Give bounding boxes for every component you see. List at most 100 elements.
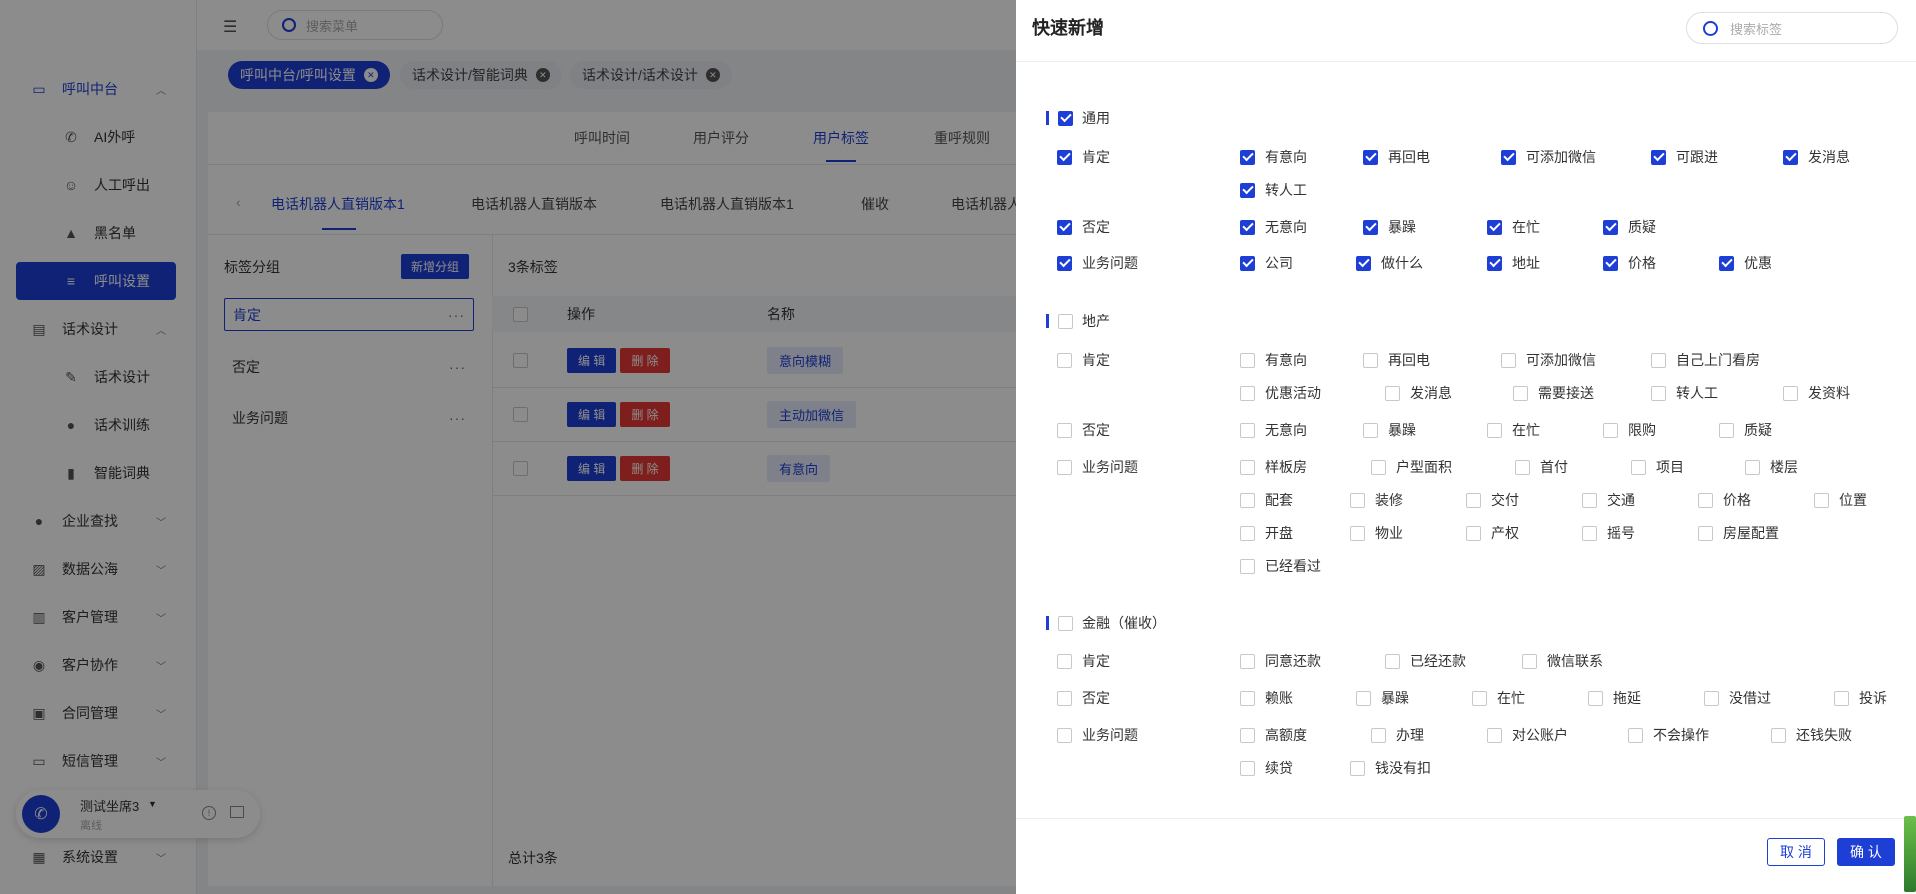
tag-checkbox[interactable] <box>1628 727 1643 743</box>
group-checkbox[interactable] <box>1057 149 1072 165</box>
tag-checkbox[interactable] <box>1513 385 1528 401</box>
section-checkbox[interactable] <box>1058 313 1073 329</box>
tag-checkbox-item[interactable]: 可跟进 <box>1651 148 1718 166</box>
tag-checkbox-item[interactable]: 自己上门看房 <box>1651 351 1760 369</box>
tag-checkbox-item[interactable]: 续贷 <box>1240 759 1293 777</box>
tag-checkbox-item[interactable]: 暴躁 <box>1363 218 1416 236</box>
tag-checkbox-item[interactable]: 公司 <box>1240 254 1293 272</box>
group-checkbox-item[interactable]: 肯定 <box>1057 351 1110 369</box>
tag-checkbox-item[interactable]: 已经还款 <box>1385 652 1466 670</box>
tag-checkbox[interactable] <box>1240 385 1255 401</box>
tag-checkbox[interactable] <box>1356 255 1371 271</box>
tag-checkbox[interactable] <box>1603 255 1618 271</box>
tag-checkbox-item[interactable]: 质疑 <box>1719 421 1772 439</box>
tag-checkbox[interactable] <box>1487 727 1502 743</box>
tag-checkbox[interactable] <box>1466 525 1481 541</box>
tag-checkbox-item[interactable]: 交付 <box>1466 491 1519 509</box>
tag-checkbox-item[interactable]: 转人工 <box>1240 181 1307 199</box>
tag-checkbox-item[interactable]: 开盘 <box>1240 524 1293 542</box>
tag-checkbox-item[interactable]: 转人工 <box>1651 384 1718 402</box>
tag-checkbox-item[interactable]: 发消息 <box>1783 148 1850 166</box>
tag-checkbox-item[interactable]: 对公账户 <box>1487 726 1568 744</box>
tag-checkbox-item[interactable]: 摇号 <box>1582 524 1635 542</box>
tag-checkbox[interactable] <box>1363 352 1378 368</box>
tag-checkbox[interactable] <box>1698 492 1713 508</box>
tag-checkbox[interactable] <box>1651 385 1666 401</box>
group-checkbox-item[interactable]: 业务问题 <box>1057 726 1138 744</box>
tag-checkbox[interactable] <box>1745 459 1760 475</box>
tag-checkbox-item[interactable]: 房屋配置 <box>1698 524 1779 542</box>
tag-checkbox[interactable] <box>1501 149 1516 165</box>
tag-checkbox[interactable] <box>1350 492 1365 508</box>
tag-checkbox[interactable] <box>1240 653 1255 669</box>
tag-checkbox-item[interactable]: 有意向 <box>1240 148 1307 166</box>
tag-checkbox-item[interactable]: 发资料 <box>1783 384 1850 402</box>
tag-checkbox[interactable] <box>1582 525 1597 541</box>
tag-checkbox[interactable] <box>1651 149 1666 165</box>
tag-checkbox-item[interactable]: 办理 <box>1371 726 1424 744</box>
tag-checkbox[interactable] <box>1698 525 1713 541</box>
tag-checkbox-item[interactable]: 无意向 <box>1240 218 1307 236</box>
tag-checkbox-item[interactable]: 没借过 <box>1704 689 1771 707</box>
tag-checkbox-item[interactable]: 价格 <box>1698 491 1751 509</box>
tag-checkbox-item[interactable]: 做什么 <box>1356 254 1423 272</box>
tag-checkbox[interactable] <box>1356 690 1371 706</box>
tag-checkbox-item[interactable]: 价格 <box>1603 254 1656 272</box>
group-checkbox[interactable] <box>1057 219 1072 235</box>
tag-checkbox-item[interactable]: 微信联系 <box>1522 652 1603 670</box>
tag-checkbox-item[interactable]: 发消息 <box>1385 384 1452 402</box>
tag-checkbox-item[interactable]: 再回电 <box>1363 351 1430 369</box>
tag-checkbox[interactable] <box>1371 459 1386 475</box>
tag-checkbox[interactable] <box>1515 459 1530 475</box>
tag-checkbox[interactable] <box>1240 525 1255 541</box>
tag-checkbox-item[interactable]: 高额度 <box>1240 726 1307 744</box>
tag-checkbox-item[interactable]: 样板房 <box>1240 458 1307 476</box>
tag-checkbox-item[interactable]: 在忙 <box>1487 421 1540 439</box>
cancel-button[interactable]: 取 消 <box>1767 838 1825 866</box>
tag-checkbox-item[interactable]: 产权 <box>1466 524 1519 542</box>
tag-checkbox[interactable] <box>1363 149 1378 165</box>
group-checkbox[interactable] <box>1057 727 1072 743</box>
tag-checkbox[interactable] <box>1588 690 1603 706</box>
confirm-button[interactable]: 确 认 <box>1837 838 1895 866</box>
tag-checkbox[interactable] <box>1240 558 1255 574</box>
tag-checkbox[interactable] <box>1704 690 1719 706</box>
tag-checkbox-item[interactable]: 地址 <box>1487 254 1540 272</box>
group-checkbox-item[interactable]: 否定 <box>1057 218 1110 236</box>
tag-checkbox-item[interactable]: 还钱失败 <box>1771 726 1852 744</box>
group-checkbox[interactable] <box>1057 422 1072 438</box>
tag-checkbox[interactable] <box>1487 422 1502 438</box>
tag-checkbox-item[interactable]: 可添加微信 <box>1501 148 1596 166</box>
tag-checkbox[interactable] <box>1385 653 1400 669</box>
section-title[interactable]: 金融（催收） <box>1046 614 1166 632</box>
tag-checkbox[interactable] <box>1651 352 1666 368</box>
group-checkbox[interactable] <box>1057 690 1072 706</box>
group-checkbox-item[interactable]: 肯定 <box>1057 652 1110 670</box>
section-title[interactable]: 通用 <box>1046 109 1110 127</box>
tag-checkbox-item[interactable]: 位置 <box>1814 491 1867 509</box>
tag-checkbox[interactable] <box>1472 690 1487 706</box>
tag-checkbox[interactable] <box>1240 492 1255 508</box>
group-checkbox[interactable] <box>1057 255 1072 271</box>
tag-checkbox[interactable] <box>1240 422 1255 438</box>
tag-checkbox[interactable] <box>1240 727 1255 743</box>
tag-checkbox[interactable] <box>1783 149 1798 165</box>
section-checkbox[interactable] <box>1058 615 1073 631</box>
group-checkbox-item[interactable]: 否定 <box>1057 421 1110 439</box>
tag-checkbox-item[interactable]: 钱没有扣 <box>1350 759 1431 777</box>
tag-checkbox-item[interactable]: 装修 <box>1350 491 1403 509</box>
tag-checkbox[interactable] <box>1240 149 1255 165</box>
tag-checkbox[interactable] <box>1240 352 1255 368</box>
section-title[interactable]: 地产 <box>1046 312 1110 330</box>
tag-checkbox-item[interactable]: 不会操作 <box>1628 726 1709 744</box>
tag-checkbox[interactable] <box>1240 690 1255 706</box>
tag-checkbox-item[interactable]: 交通 <box>1582 491 1635 509</box>
tag-checkbox-item[interactable]: 优惠 <box>1719 254 1772 272</box>
tag-checkbox-item[interactable]: 无意向 <box>1240 421 1307 439</box>
tag-checkbox-item[interactable]: 有意向 <box>1240 351 1307 369</box>
group-checkbox[interactable] <box>1057 459 1072 475</box>
tag-checkbox[interactable] <box>1603 422 1618 438</box>
tag-checkbox[interactable] <box>1240 760 1255 776</box>
tag-checkbox-item[interactable]: 户型面积 <box>1371 458 1452 476</box>
tag-checkbox[interactable] <box>1719 255 1734 271</box>
